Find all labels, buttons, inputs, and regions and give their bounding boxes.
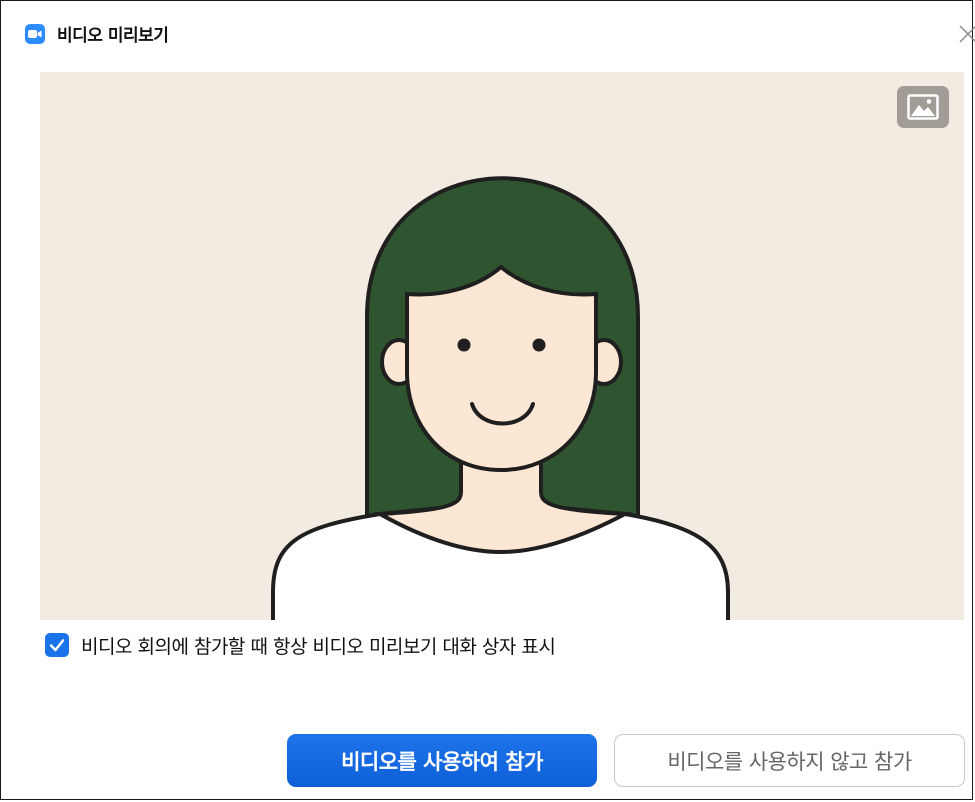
video-preview-area <box>40 72 964 620</box>
image-icon <box>907 94 939 120</box>
window-title: 비디오 미리보기 <box>57 26 169 46</box>
video-preview-dialog: 비디오 미리보기 비디오 회의에 참가할 때 항상 비디오 미리보기 대화 상자… <box>0 0 975 800</box>
close-icon[interactable] <box>957 23 975 45</box>
video-camera-icon <box>25 24 45 44</box>
title-bar: 비디오 미리보기 <box>1 1 975 61</box>
always-show-preview-checkbox[interactable] <box>45 633 69 657</box>
change-background-button[interactable] <box>897 86 949 128</box>
join-without-video-button[interactable]: 비디오를 사용하지 않고 참가 <box>614 734 965 787</box>
checkmark-icon <box>49 639 65 652</box>
avatar-illustration <box>271 176 730 620</box>
join-with-video-button[interactable]: 비디오를 사용하여 참가 <box>287 734 597 787</box>
checkbox-label: 비디오 회의에 참가할 때 항상 비디오 미리보기 대화 상자 표시 <box>81 636 556 658</box>
